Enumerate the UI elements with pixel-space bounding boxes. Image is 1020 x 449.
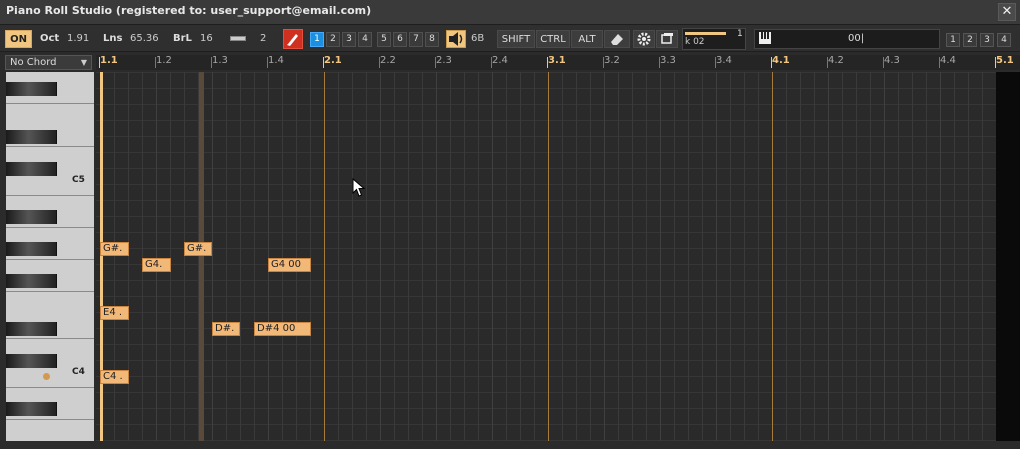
black-key[interactable] [6,274,57,288]
note[interactable]: D#4 00 [254,322,311,336]
playhead[interactable] [100,72,103,441]
black-key[interactable] [6,82,57,96]
ruler-tick: 1.4 [267,55,284,68]
timeline-ruler[interactable]: 1.1 1.2 1.3 1.4 2.1 2.2 2.3 2.4 3.1 3.2 3.3 3.4 4.1 4… [96,55,1020,70]
piano-icon [758,31,772,52]
chord-select-value: No Chord [10,57,57,68]
view-button-1[interactable]: 1 [946,33,960,47]
track-button-3[interactable]: 3 [342,32,356,47]
k-slider-fill [685,32,726,35]
track-button-1[interactable]: 1 [310,32,324,47]
ruler-tick: 1.1 [99,55,118,68]
mouse-cursor-icon [352,177,366,201]
k-slider-label: k 02 [685,37,705,47]
ruler-tick: 4.4 [939,55,956,68]
note[interactable]: G4. [142,258,171,272]
black-key[interactable] [6,322,57,336]
oct-label: Oct [40,33,60,44]
key-label-c5: C5 [72,175,85,185]
lns-label: Lns [103,33,123,44]
end-zone [996,72,1020,441]
note[interactable]: G#. [184,242,212,256]
note[interactable]: C4 . [100,370,129,384]
black-key[interactable] [6,130,57,144]
pencil-icon[interactable] [283,29,303,49]
view-button-3[interactable]: 3 [980,33,994,47]
track-button-8[interactable]: 8 [425,32,439,47]
track-button-4[interactable]: 4 [358,32,372,47]
keyboard-marker-dot [43,373,50,380]
title-bar: Piano Roll Studio (registered to: user_s… [0,0,1020,24]
track-button-5[interactable]: 5 [377,32,391,47]
black-key[interactable] [6,210,57,224]
black-key[interactable] [6,354,57,368]
view-button-2[interactable]: 2 [963,33,977,47]
k-slider-value: 1 [737,29,743,39]
ruler-tick: 3.4 [715,55,732,68]
note[interactable]: G#. [100,242,129,256]
ruler-tick: 2.3 [435,55,452,68]
loop-marker[interactable] [199,72,204,441]
brl-label: BrL [173,33,192,44]
volume-value[interactable]: 6B [471,30,484,48]
ruler-tick: 2.1 [323,55,342,68]
on-toggle-button[interactable]: ON [5,30,32,48]
note[interactable]: E4 . [100,306,129,320]
gear-icon[interactable] [633,30,655,48]
brl-value[interactable]: 16 [200,30,213,48]
ruler-tick: 1.2 [155,55,172,68]
time-value: 00| [848,33,865,44]
ruler-tick: 1.3 [211,55,228,68]
black-key[interactable] [6,402,57,416]
lns-value[interactable]: 65.36 [130,30,159,48]
eraser-icon[interactable] [604,30,630,48]
note[interactable]: G4 00 [268,258,311,272]
black-key[interactable] [6,162,57,176]
black-key[interactable] [6,242,57,256]
ctrl-button[interactable]: CTRL [536,30,570,48]
ruler-tick: 4.2 [827,55,844,68]
track-button-2[interactable]: 2 [326,32,340,47]
ruler-tick: 3.3 [659,55,676,68]
alt-button[interactable]: ALT [571,30,603,48]
speaker-icon[interactable] [446,30,466,48]
window-title: Piano Roll Studio (registered to: user_s… [6,4,372,17]
ruler-tick: 3.2 [603,55,620,68]
step-value[interactable]: 2 [260,30,266,48]
note[interactable]: D#. [212,322,240,336]
step-icon[interactable] [230,36,246,41]
time-display[interactable]: 00| [754,29,940,49]
ruler-tick: 4.3 [883,55,900,68]
key-label-c4: C4 [72,367,85,377]
ruler-tick: 5.1 [995,55,1014,68]
view-button-4[interactable]: 4 [997,33,1011,47]
ruler-tick: 4.1 [771,55,790,68]
note-grid[interactable]: G#. G4. G#. G4 00 E4 . D#. D#4 00 C4 . [96,72,1020,441]
shift-button[interactable]: SHIFT [497,30,535,48]
ruler-tick: 2.2 [379,55,396,68]
chord-select[interactable]: No Chord ▼ [5,55,92,70]
oct-value[interactable]: 1.91 [67,30,89,48]
chevron-down-icon: ▼ [80,58,87,67]
track-button-7[interactable]: 7 [409,32,423,47]
track-button-6[interactable]: 6 [393,32,407,47]
k-slider[interactable]: k 02 1 [682,28,746,50]
piano-keyboard[interactable]: C5 C4 [6,72,94,441]
window-icon[interactable] [656,30,678,48]
close-icon[interactable]: ✕ [998,3,1016,21]
toolbar: ON Oct 1.91 Lns 65.36 BrL 16 2 12345678 … [0,24,1020,52]
ruler-tick: 3.1 [547,55,566,68]
ruler-tick: 2.4 [491,55,508,68]
